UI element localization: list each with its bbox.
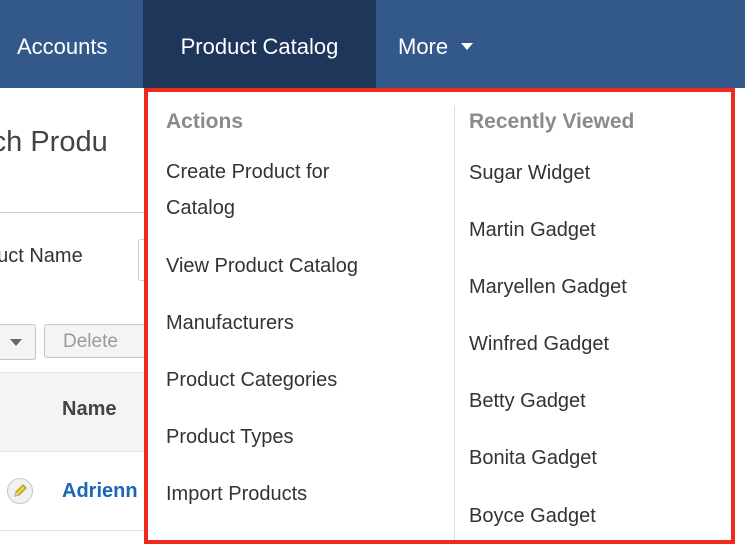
recent-item[interactable]: Sugar Widget — [469, 155, 590, 191]
menu-item-label: Catalog — [166, 197, 235, 219]
actions-heading: Actions — [166, 110, 244, 133]
delete-button[interactable]: Delete — [44, 324, 154, 358]
title-divider — [0, 212, 150, 213]
top-navigation-bar: Accounts Product Catalog More — [0, 0, 745, 88]
menu-item-label: Create Product for — [166, 161, 330, 183]
product-catalog-dropdown: Actions Create Product for Catalog View … — [144, 88, 735, 544]
row-divider — [0, 530, 150, 531]
column-divider — [454, 106, 455, 540]
nav-more-label: More — [398, 34, 449, 59]
recent-item[interactable]: Winfred Gadget — [469, 326, 609, 362]
page-title: rch Produ — [0, 126, 108, 158]
menu-item-view-product-catalog[interactable]: View Product Catalog — [166, 248, 358, 284]
recent-item[interactable]: Bonita Gadget — [469, 440, 597, 476]
recent-item[interactable]: Maryellen Gadget — [469, 269, 627, 305]
menu-item-product-types[interactable]: Product Types — [166, 419, 293, 455]
caret-down-icon — [461, 43, 474, 50]
chevron-down-icon — [10, 339, 22, 346]
recent-item[interactable]: Betty Gadget — [469, 383, 586, 419]
menu-item-create-product[interactable]: Create Product for Catalog — [166, 154, 329, 226]
bulk-action-select[interactable] — [0, 324, 36, 360]
record-link[interactable]: Adrienn — [62, 480, 138, 503]
menu-item-manufacturers[interactable]: Manufacturers — [166, 305, 294, 341]
column-header-name[interactable]: Name — [62, 398, 116, 421]
menu-item-import-products[interactable]: Import Products — [166, 476, 307, 512]
pencil-icon[interactable] — [7, 478, 33, 504]
nav-tab-more[interactable]: More — [398, 0, 474, 88]
recently-viewed-heading: Recently Viewed — [469, 110, 635, 133]
menu-item-product-categories[interactable]: Product Categories — [166, 362, 337, 398]
search-field-label: duct Name — [0, 245, 83, 267]
recent-item[interactable]: Martin Gadget — [469, 212, 596, 248]
nav-tab-product-catalog[interactable]: Product Catalog — [143, 0, 376, 88]
recent-item[interactable]: Boyce Gadget — [469, 498, 596, 534]
nav-tab-accounts[interactable]: Accounts — [17, 0, 108, 88]
